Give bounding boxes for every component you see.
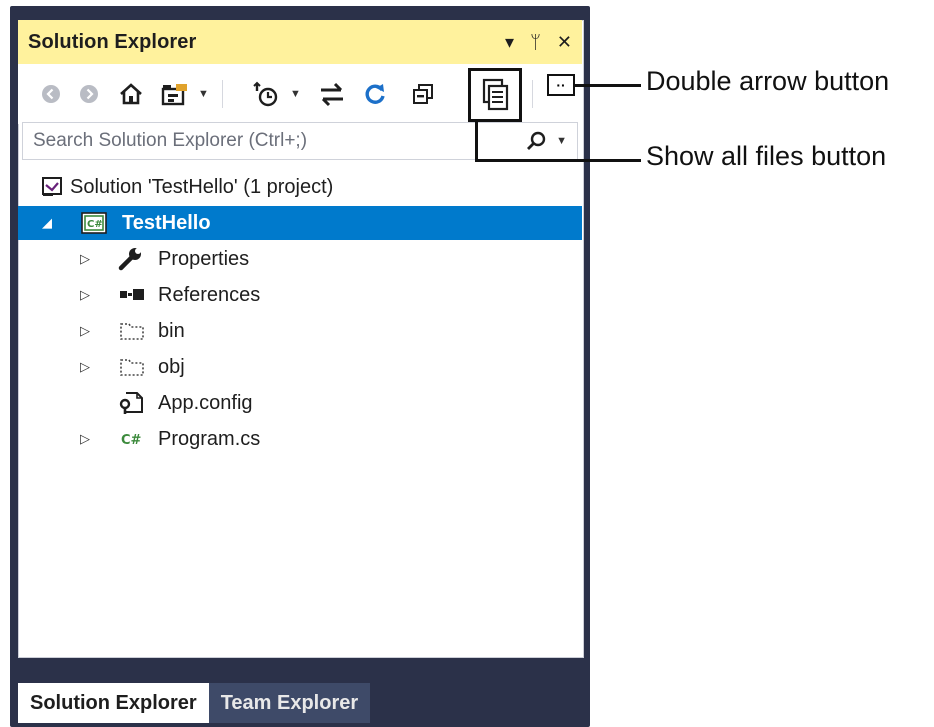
title-bar: Solution Explorer ▾ ᛘ ✕ (18, 20, 582, 64)
collapse-all-button[interactable] (408, 78, 438, 110)
double-arrow-icon: ·· (556, 77, 566, 93)
tree-item-obj[interactable]: ▷ obj (18, 350, 582, 384)
show-all-files-callout-vline (475, 122, 478, 162)
solution-icon (40, 176, 64, 198)
show-all-files-button[interactable] (468, 68, 522, 122)
tree-label-app-config: App.config (158, 391, 253, 414)
tree-item-bin[interactable]: ▷ bin (18, 314, 582, 348)
tree-item-solution[interactable]: Solution 'TestHello' (1 project) (18, 170, 582, 204)
tree-label-program-cs: Program.cs (158, 427, 261, 450)
folder-icon (118, 320, 146, 342)
toolbar-separator (532, 80, 533, 108)
tab-solution-explorer[interactable]: Solution Explorer (18, 683, 209, 723)
references-icon (118, 287, 148, 303)
csharp-project-icon: C# (80, 211, 108, 235)
svg-text:C#: C# (87, 219, 103, 230)
search-icon[interactable] (525, 130, 547, 152)
pending-changes-filter-button[interactable] (250, 78, 282, 110)
switch-views-dropdown-icon[interactable]: ▼ (198, 88, 209, 100)
double-arrow-callout-label: Double arrow button (646, 66, 890, 96)
collapsed-arrow-icon[interactable]: ▷ (80, 359, 90, 375)
search-box: ▼ (22, 122, 578, 160)
show-all-files-callout-label: Show all files button (646, 141, 887, 171)
title-actions: ▾ ᛘ ✕ (505, 20, 572, 64)
tree-item-project[interactable]: ◢ C# TestHello (18, 206, 582, 240)
forward-button[interactable] (76, 78, 102, 110)
search-options-dropdown-icon[interactable]: ▼ (556, 135, 567, 147)
refresh-icon (365, 84, 385, 104)
home-icon (120, 83, 142, 105)
tab-team-explorer[interactable]: Team Explorer (208, 683, 371, 723)
tree-label-bin: bin (158, 319, 185, 342)
config-file-icon (118, 390, 146, 416)
tree-label-obj: obj (158, 355, 185, 378)
toolbar: ▼ ▼ (18, 64, 582, 124)
tree-label-project: TestHello (122, 211, 211, 234)
collapsed-arrow-icon[interactable]: ▷ (80, 431, 90, 447)
double-arrow-callout-line (575, 84, 641, 87)
forward-icon (80, 85, 98, 103)
tree-label-references: References (158, 283, 261, 306)
svg-text:C#: C# (121, 433, 142, 448)
pending-changes-filter-icon (253, 81, 278, 107)
back-button[interactable] (38, 78, 64, 110)
show-all-files-icon (482, 78, 509, 111)
toolbar-separator (222, 80, 223, 108)
close-icon[interactable]: ✕ (557, 32, 572, 53)
sync-with-active-document-icon (321, 82, 343, 107)
double-arrow-button[interactable]: ·· (547, 74, 575, 96)
tree-label-solution: Solution 'TestHello' (1 project) (70, 175, 334, 198)
refresh-button[interactable] (360, 78, 390, 110)
home-button[interactable] (116, 78, 146, 110)
tree-item-app-config[interactable]: App.config (18, 386, 582, 420)
sync-with-active-document-button[interactable] (316, 78, 348, 110)
bottom-tab-strip: Solution Explorer Team Explorer (18, 683, 371, 723)
back-icon (42, 85, 60, 103)
collapsed-arrow-icon[interactable]: ▷ (80, 323, 90, 339)
pending-changes-dropdown-icon[interactable]: ▼ (290, 88, 301, 100)
collapsed-arrow-icon[interactable]: ▷ (80, 251, 90, 267)
folder-icon (118, 356, 146, 378)
show-all-files-callout-line (475, 159, 641, 162)
wrench-icon (118, 247, 144, 271)
switch-views-icon (161, 84, 187, 106)
pin-icon[interactable]: ᛘ (530, 32, 541, 53)
csharp-file-icon: C# (120, 429, 148, 449)
tree-label-properties: Properties (158, 247, 250, 270)
window-title: Solution Explorer (28, 30, 197, 53)
search-input[interactable] (31, 129, 505, 153)
expanded-arrow-icon[interactable]: ◢ (42, 215, 52, 231)
switch-views-button[interactable] (158, 78, 192, 110)
tree-item-references[interactable]: ▷ References (18, 278, 582, 312)
collapse-all-icon (413, 84, 433, 104)
tree-item-program-cs[interactable]: ▷ C# Program.cs (18, 422, 582, 456)
collapsed-arrow-icon[interactable]: ▷ (80, 287, 90, 303)
window-position-dropdown-icon[interactable]: ▾ (505, 32, 514, 53)
tree-item-properties[interactable]: ▷ Properties (18, 242, 582, 276)
